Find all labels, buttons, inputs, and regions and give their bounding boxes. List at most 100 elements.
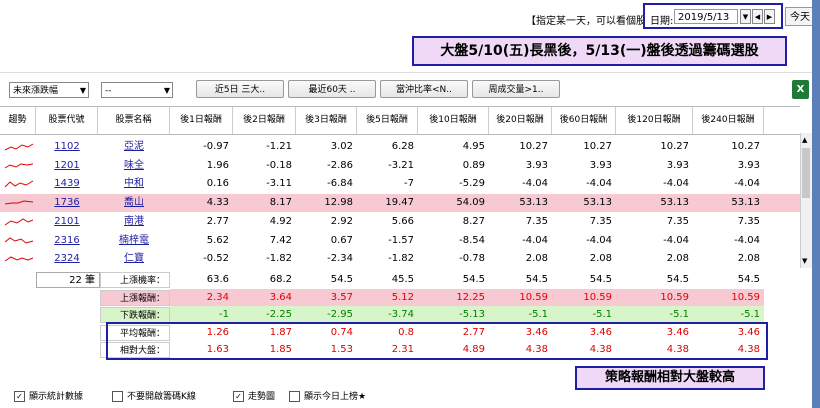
stats-value: 10.59 [616, 288, 693, 307]
checkbox-show-stats[interactable]: ✓ 顯示統計數據 [14, 389, 83, 402]
return-cell: 5.66 [391, 215, 414, 227]
return-cell: 2.92 [330, 215, 353, 227]
stock-name-link[interactable]: 味全 [98, 157, 170, 175]
date-label: 日期: [650, 16, 674, 27]
date-prev-icon[interactable]: ◀ [752, 9, 763, 24]
stock-name-link[interactable]: 楠梓電 [98, 232, 170, 250]
chevron-down-icon: ▼ [163, 86, 170, 95]
column-header[interactable]: 後5日報酬 [357, 107, 418, 134]
return-cell: -4.04 [586, 178, 612, 190]
checkbox-trend-chart[interactable]: ✓ 走勢圖 [233, 389, 275, 402]
stats-value: 54.5 [418, 271, 489, 289]
column-header[interactable]: 後3日報酬 [296, 107, 357, 134]
date-dropdown-icon[interactable]: ▼ [740, 9, 751, 24]
return-cell: -1.21 [266, 141, 292, 152]
return-cell: 53.13 [660, 197, 689, 209]
stock-name-link[interactable]: 南港 [98, 213, 170, 231]
stock-code-link[interactable]: 2316 [36, 232, 98, 250]
return-cell: 2.08 [525, 253, 548, 265]
stock-code-link[interactable]: 1736 [36, 194, 98, 212]
stock-name-link[interactable]: 喬山 [98, 194, 170, 212]
return-cell: -0.18 [266, 159, 292, 171]
excel-export-icon[interactable]: X [792, 80, 809, 99]
grid-header: 趨勢 股票代號 股票名稱 後1日報酬 後2日報酬 後3日報酬 後5日報酬 後10日報酬 後20日… [0, 106, 800, 135]
stock-code-link[interactable]: 2101 [36, 213, 98, 231]
stats-row: 上漲機率： 63.6 68.2 54.5 45.5 54.5 54.5 54.5 54.5 54.… [0, 271, 800, 289]
return-cell: 2.08 [737, 253, 760, 265]
date-next-icon[interactable]: ▶ [764, 9, 775, 24]
column-header[interactable]: 股票代號 [36, 107, 98, 134]
column-header[interactable]: 後120日報酬 [616, 107, 693, 134]
return-cell: 1.96 [206, 159, 229, 171]
return-cell: -2.86 [327, 159, 353, 171]
return-cell: 10.27 [731, 141, 760, 152]
stock-name-link[interactable]: 中和 [98, 175, 170, 193]
return-cell: 2.08 [589, 253, 612, 265]
table-row[interactable]: 1439 中和 0.16 -3.11 -6.84 -7 -5.29 -4.04 -4.04 -4.… [0, 175, 800, 193]
stats-value: 54.5 [489, 271, 552, 289]
return-cell: 10.27 [519, 141, 548, 152]
scrollbar-thumb[interactable] [802, 148, 810, 198]
stock-name-link[interactable]: 亞泥 [98, 138, 170, 156]
return-cell: 8.27 [462, 215, 485, 227]
trend-sparkline [4, 143, 34, 151]
stock-code-link[interactable]: 1439 [36, 175, 98, 193]
condition-button-3[interactable]: 當沖比率<N.. [380, 80, 468, 98]
column-header[interactable]: 趨勢 [0, 107, 36, 134]
date-input[interactable]: 2019/5/13 [674, 9, 738, 24]
return-cell: 7.35 [737, 215, 760, 227]
return-cell: 53.13 [583, 197, 612, 209]
condition-button-4[interactable]: 周成交量>1.. [472, 80, 560, 98]
scroll-down-icon[interactable]: ▼ [802, 257, 807, 265]
stats-value: 2.34 [170, 288, 233, 307]
return-cell: -1.82 [388, 253, 414, 265]
column-header[interactable]: 股票名稱 [98, 107, 170, 134]
return-cell: -1.57 [388, 234, 414, 246]
check-icon: ✓ [233, 391, 244, 402]
table-row[interactable]: 2316 楠梓電 5.62 7.42 0.67 -1.57 -8.54 -4.04 -4.04 -… [0, 232, 800, 250]
stats-value: 5.12 [357, 288, 418, 307]
table-row[interactable]: 1102 亞泥 -0.97 -1.21 3.02 6.28 4.95 10.27 10.27 10… [0, 138, 800, 156]
column-header[interactable]: 後2日報酬 [233, 107, 296, 134]
filter-select-1[interactable]: 未來漲跌幅 ▼ [9, 82, 89, 98]
return-cell: -3.11 [266, 178, 292, 190]
table-row[interactable]: 2324 仁寶 -0.52 -1.82 -2.34 -1.82 -0.78 2.08 2.08 2… [0, 250, 800, 268]
condition-button-2[interactable]: 最近60天 .. [288, 80, 376, 98]
return-cell: 7.35 [589, 215, 612, 227]
return-cell: -3.21 [388, 159, 414, 171]
trend-sparkline [4, 256, 34, 262]
return-cell: -0.52 [203, 253, 229, 265]
condition-button-1[interactable]: 近5日 三大.. [196, 80, 284, 98]
stats-value: 3.57 [296, 288, 357, 307]
checkbox-today-list[interactable]: 顯示今日上榜★ [289, 389, 366, 402]
return-cell: -4.04 [734, 234, 760, 246]
stock-code-link[interactable]: 1201 [36, 157, 98, 175]
return-cell: -0.78 [459, 253, 485, 265]
column-header[interactable]: 後1日報酬 [170, 107, 233, 134]
return-cell: 3.93 [737, 159, 760, 171]
checkbox-no-kline[interactable]: 不要開啟籌碼K線 [112, 389, 196, 402]
stock-code-link[interactable]: 2324 [36, 250, 98, 268]
return-cell: 10.27 [583, 141, 612, 152]
return-cell: 53.13 [519, 197, 548, 209]
filter-select-2-value: -- [105, 86, 112, 96]
return-cell: 7.42 [269, 234, 292, 246]
today-button[interactable]: 今天 [785, 7, 815, 26]
table-row[interactable]: 1736 喬山 4.33 8.17 12.98 19.47 54.09 53.13 53.13 5… [0, 194, 800, 213]
column-header[interactable]: 後240日報酬 [693, 107, 764, 134]
stock-code-link[interactable]: 1102 [36, 138, 98, 156]
table-row[interactable]: 2101 南港 2.77 4.92 2.92 5.66 8.27 7.35 7.35 7.35 7.… [0, 213, 800, 231]
scroll-up-icon[interactable]: ▲ [802, 136, 807, 144]
column-header[interactable]: 後20日報酬 [489, 107, 552, 134]
stats-value: 3.64 [233, 288, 296, 307]
filter-select-2[interactable]: -- ▼ [101, 82, 173, 98]
stats-value: 54.5 [693, 271, 764, 289]
stock-name-link[interactable]: 仁寶 [98, 250, 170, 268]
return-cell: 0.16 [206, 178, 229, 190]
column-header[interactable]: 後10日報酬 [418, 107, 489, 134]
return-cell: -2.34 [327, 253, 353, 265]
return-cell: -4.04 [663, 234, 689, 246]
trend-sparkline [4, 180, 34, 188]
table-row[interactable]: 1201 味全 1.96 -0.18 -2.86 -3.21 0.89 3.93 3.93 3.9… [0, 157, 800, 175]
column-header[interactable]: 後60日報酬 [552, 107, 616, 134]
